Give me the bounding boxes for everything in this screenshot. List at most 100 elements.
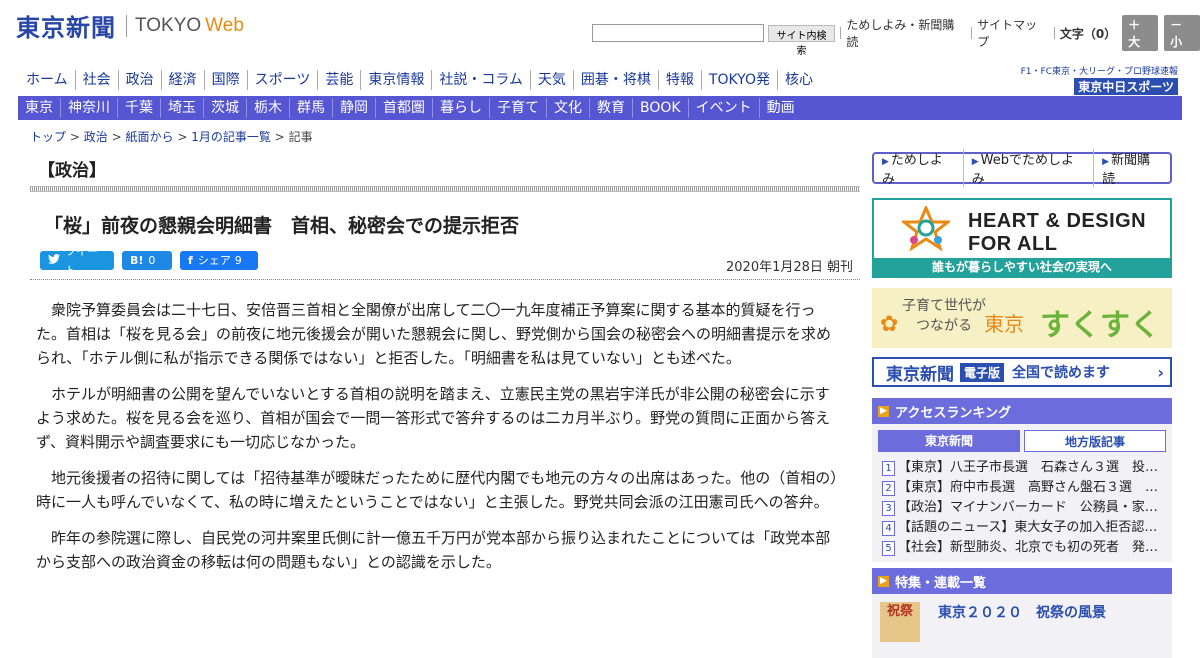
access-ranking-title: アクセスランキング — [895, 405, 1011, 421]
sukusuku-title: すくすく — [1040, 308, 1160, 343]
rank-number: 1 — [882, 461, 895, 476]
subnav-tokyo[interactable]: 東京 — [18, 98, 60, 118]
e-paper-logo: 東京新聞 — [886, 364, 954, 385]
site-search-button[interactable]: サイト内検索 — [767, 24, 836, 57]
nav-home[interactable]: ホーム — [20, 70, 75, 90]
nav-tokuho[interactable]: 特報 — [657, 70, 701, 90]
font-bigger-button[interactable]: ＋大 — [1122, 15, 1159, 51]
nav-international[interactable]: 国際 — [203, 70, 247, 90]
article-body: 衆院予算委員会は二十七日、安倍晋三首相と全閣僚が出席して二〇一九年度補正予算案に… — [36, 298, 842, 586]
ranking-item-title: 【東京】八王子市長選 石森さん３選 投… — [898, 460, 1158, 475]
chunichi-sports-banner[interactable]: F1・FC東京・大リーグ・プロ野球速報 東京中日スポーツ — [1021, 64, 1178, 95]
subnav-chiba[interactable]: 千葉 — [117, 98, 160, 118]
facebook-icon: f — [188, 254, 193, 267]
subnav-kosodate[interactable]: 子育て — [489, 98, 546, 118]
feature-series-box: ▶ 特集・連載一覧 祝祭 東京２０２０ 祝祭の風景 — [872, 568, 1172, 658]
font-smaller-button[interactable]: －小 — [1164, 15, 1200, 51]
ranking-item-title: 【政治】マイナンバーカード 公務員・家… — [898, 500, 1158, 515]
nav-politics[interactable]: 政治 — [117, 70, 161, 90]
feature-thumbnail[interactable]: 祝祭 — [880, 602, 920, 642]
nav-weather[interactable]: 天気 — [529, 70, 573, 90]
tab-local-articles[interactable]: 地方版記事 — [1024, 430, 1166, 452]
heart-title-line2: FOR ALL — [968, 233, 1058, 255]
sitemap-link[interactable]: サイトマップ — [977, 16, 1049, 50]
subnav-tochigi[interactable]: 栃木 — [246, 98, 289, 118]
ranking-tabs: 東京新聞 地方版記事 — [872, 424, 1172, 452]
nav-kakushin[interactable]: 核心 — [776, 70, 820, 90]
facebook-share-button[interactable]: f シェア 9 — [180, 251, 258, 270]
article-paragraph: ホテルが明細書の公開を望んでいないとする首相の説明を踏まえ、立憲民主党の黒岩宇洋… — [36, 385, 831, 451]
subnav-video[interactable]: 動画 — [758, 98, 802, 118]
breadcrumb-top[interactable]: トップ — [30, 130, 66, 144]
nav-sports[interactable]: スポーツ — [246, 70, 318, 90]
hatena-icon: B! — [130, 254, 144, 267]
subnav-kanagawa[interactable]: 神奈川 — [60, 98, 117, 118]
ranking-item-title: 【社会】新型肺炎、北京でも初の死者 発… — [898, 540, 1158, 555]
sukusuku-banner[interactable]: ✿ 子育て世代が つながる 東京 すくすく — [872, 288, 1172, 348]
date-divider — [30, 279, 860, 280]
play-icon: ▶ — [878, 575, 889, 587]
heart-design-subtitle: 誰もが暮らしやすい社会の実現へ — [874, 258, 1170, 276]
breadcrumb: トップ > 政治 > 紙面から > 1月の記事一覧 > 記事 — [30, 128, 313, 145]
heart-design-banner[interactable]: HEART & DESIGN FOR ALL 誰もが暮らしやすい社会の実現へ — [872, 198, 1172, 278]
main-nav: ホーム 社会 政治 経済 国際 スポーツ 芸能 東京情報 社説・コラム 天気 囲… — [20, 70, 820, 90]
access-ranking-box: ▶ アクセスランキング 東京新聞 地方版記事 1 【東京】八王子市長選 石森さん３… — [872, 398, 1172, 562]
trial-links-box: ▶ ためしよみ ▶ Webでためしよみ ▶ 新聞購読 — [872, 149, 1172, 187]
ranking-list: 1 【東京】八王子市長選 石森さん３選 投… 2 【東京】府中市長選 高野さん盤石３… — [872, 452, 1172, 558]
subnav-gunma[interactable]: 群馬 — [289, 98, 332, 118]
rank-number: 4 — [882, 521, 895, 536]
nav-economy[interactable]: 経済 — [160, 70, 204, 90]
article-paragraph: 地元後援者の招待に関しては「招待基準が曖昧だったために歴代内閣でも地元の方々の出… — [36, 469, 838, 511]
trial-read-link[interactable]: ▶ ためしよみ — [874, 149, 963, 187]
breadcrumb-january[interactable]: 1月の記事一覧 — [191, 130, 271, 144]
site-search-input[interactable] — [592, 24, 764, 42]
trial-read-label: ためしよみ — [882, 153, 943, 187]
font-size-label: 文字（0） — [1059, 26, 1117, 41]
breadcrumb-politics[interactable]: 政治 — [84, 130, 108, 144]
e-paper-banner[interactable]: 東京新聞 電子版 全国で読めます › — [872, 357, 1172, 387]
ranking-item[interactable]: 4 【話題のニュース】東大女子の加入拒否認… — [882, 518, 1158, 538]
hatena-count: 0 — [148, 254, 156, 267]
web-trial-read-label: Webでためしよみ — [971, 153, 1074, 187]
tab-tokyo-shimbun[interactable]: 東京新聞 — [878, 430, 1020, 452]
subscribe-link[interactable]: ▶ 新聞購読 — [1093, 149, 1170, 187]
site-logo[interactable]: 東京新聞 TOKYO Web — [16, 8, 244, 43]
subnav-kyoiku[interactable]: 教育 — [589, 98, 632, 118]
web-trial-read-link[interactable]: ▶ Webでためしよみ — [962, 149, 1093, 187]
nav-editorial[interactable]: 社説・コラム — [431, 70, 530, 90]
nav-entertainment[interactable]: 芸能 — [317, 70, 360, 90]
subnav-saitama[interactable]: 埼玉 — [160, 98, 203, 118]
share-buttons: ツイート B! 0 f シェア 9 — [40, 245, 266, 277]
subnav-bunka[interactable]: 文化 — [546, 98, 589, 118]
ranking-item[interactable]: 1 【東京】八王子市長選 石森さん３選 投… — [882, 458, 1158, 478]
util-divider — [1053, 27, 1055, 39]
subnav-shutoken[interactable]: 首都圏 — [375, 98, 432, 118]
subnav-kurashi[interactable]: 暮らし — [432, 98, 489, 118]
nav-tokyo-hatsu[interactable]: TOKYO発 — [700, 70, 777, 90]
ranking-item[interactable]: 3 【政治】マイナンバーカード 公務員・家… — [882, 498, 1158, 518]
breadcrumb-from-paper[interactable]: 紙面から — [125, 130, 173, 144]
facebook-share-count: 9 — [234, 254, 242, 267]
logo-divider — [126, 14, 127, 37]
feature-item-title[interactable]: 東京２０２０ 祝祭の風景 — [938, 602, 1106, 622]
breadcrumb-sep: > — [177, 130, 188, 144]
subnav-book[interactable]: BOOK — [632, 98, 688, 118]
subnav-shizuoka[interactable]: 静岡 — [332, 98, 375, 118]
article-paragraph: 衆院予算委員会は二十七日、安倍晋三首相と全閣僚が出席して二〇一九年度補正予算案に… — [36, 301, 832, 367]
nav-tokyo-info[interactable]: 東京情報 — [360, 70, 431, 90]
sukusuku-tagline-line2: つながる — [916, 318, 972, 334]
nav-igo-shogi[interactable]: 囲碁・将棋 — [572, 70, 658, 90]
subnav-ibaraki[interactable]: 茨城 — [203, 98, 246, 118]
ranking-item[interactable]: 5 【社会】新型肺炎、北京でも初の死者 発… — [882, 538, 1158, 558]
logo-web: Web — [205, 14, 244, 36]
ranking-item[interactable]: 2 【東京】府中市長選 高野さん盤石３選 … — [882, 478, 1158, 498]
ranking-item-title: 【話題のニュース】東大女子の加入拒否認… — [898, 520, 1158, 535]
subnav-event[interactable]: イベント — [687, 98, 759, 118]
subscribe-label: 新聞購読 — [1102, 153, 1151, 187]
trial-subscribe-link[interactable]: ためしよみ・新聞購読 — [846, 16, 966, 50]
hatena-bookmark-button[interactable]: B! 0 — [122, 251, 172, 270]
site-header: 東京新聞 TOKYO Web サイト内検索 ためしよみ・新聞購読 サイトマップ … — [0, 0, 1200, 57]
feature-series-header: ▶ 特集・連載一覧 — [872, 568, 1172, 594]
nav-society[interactable]: 社会 — [74, 70, 118, 90]
tweet-button[interactable]: ツイート — [40, 245, 114, 277]
